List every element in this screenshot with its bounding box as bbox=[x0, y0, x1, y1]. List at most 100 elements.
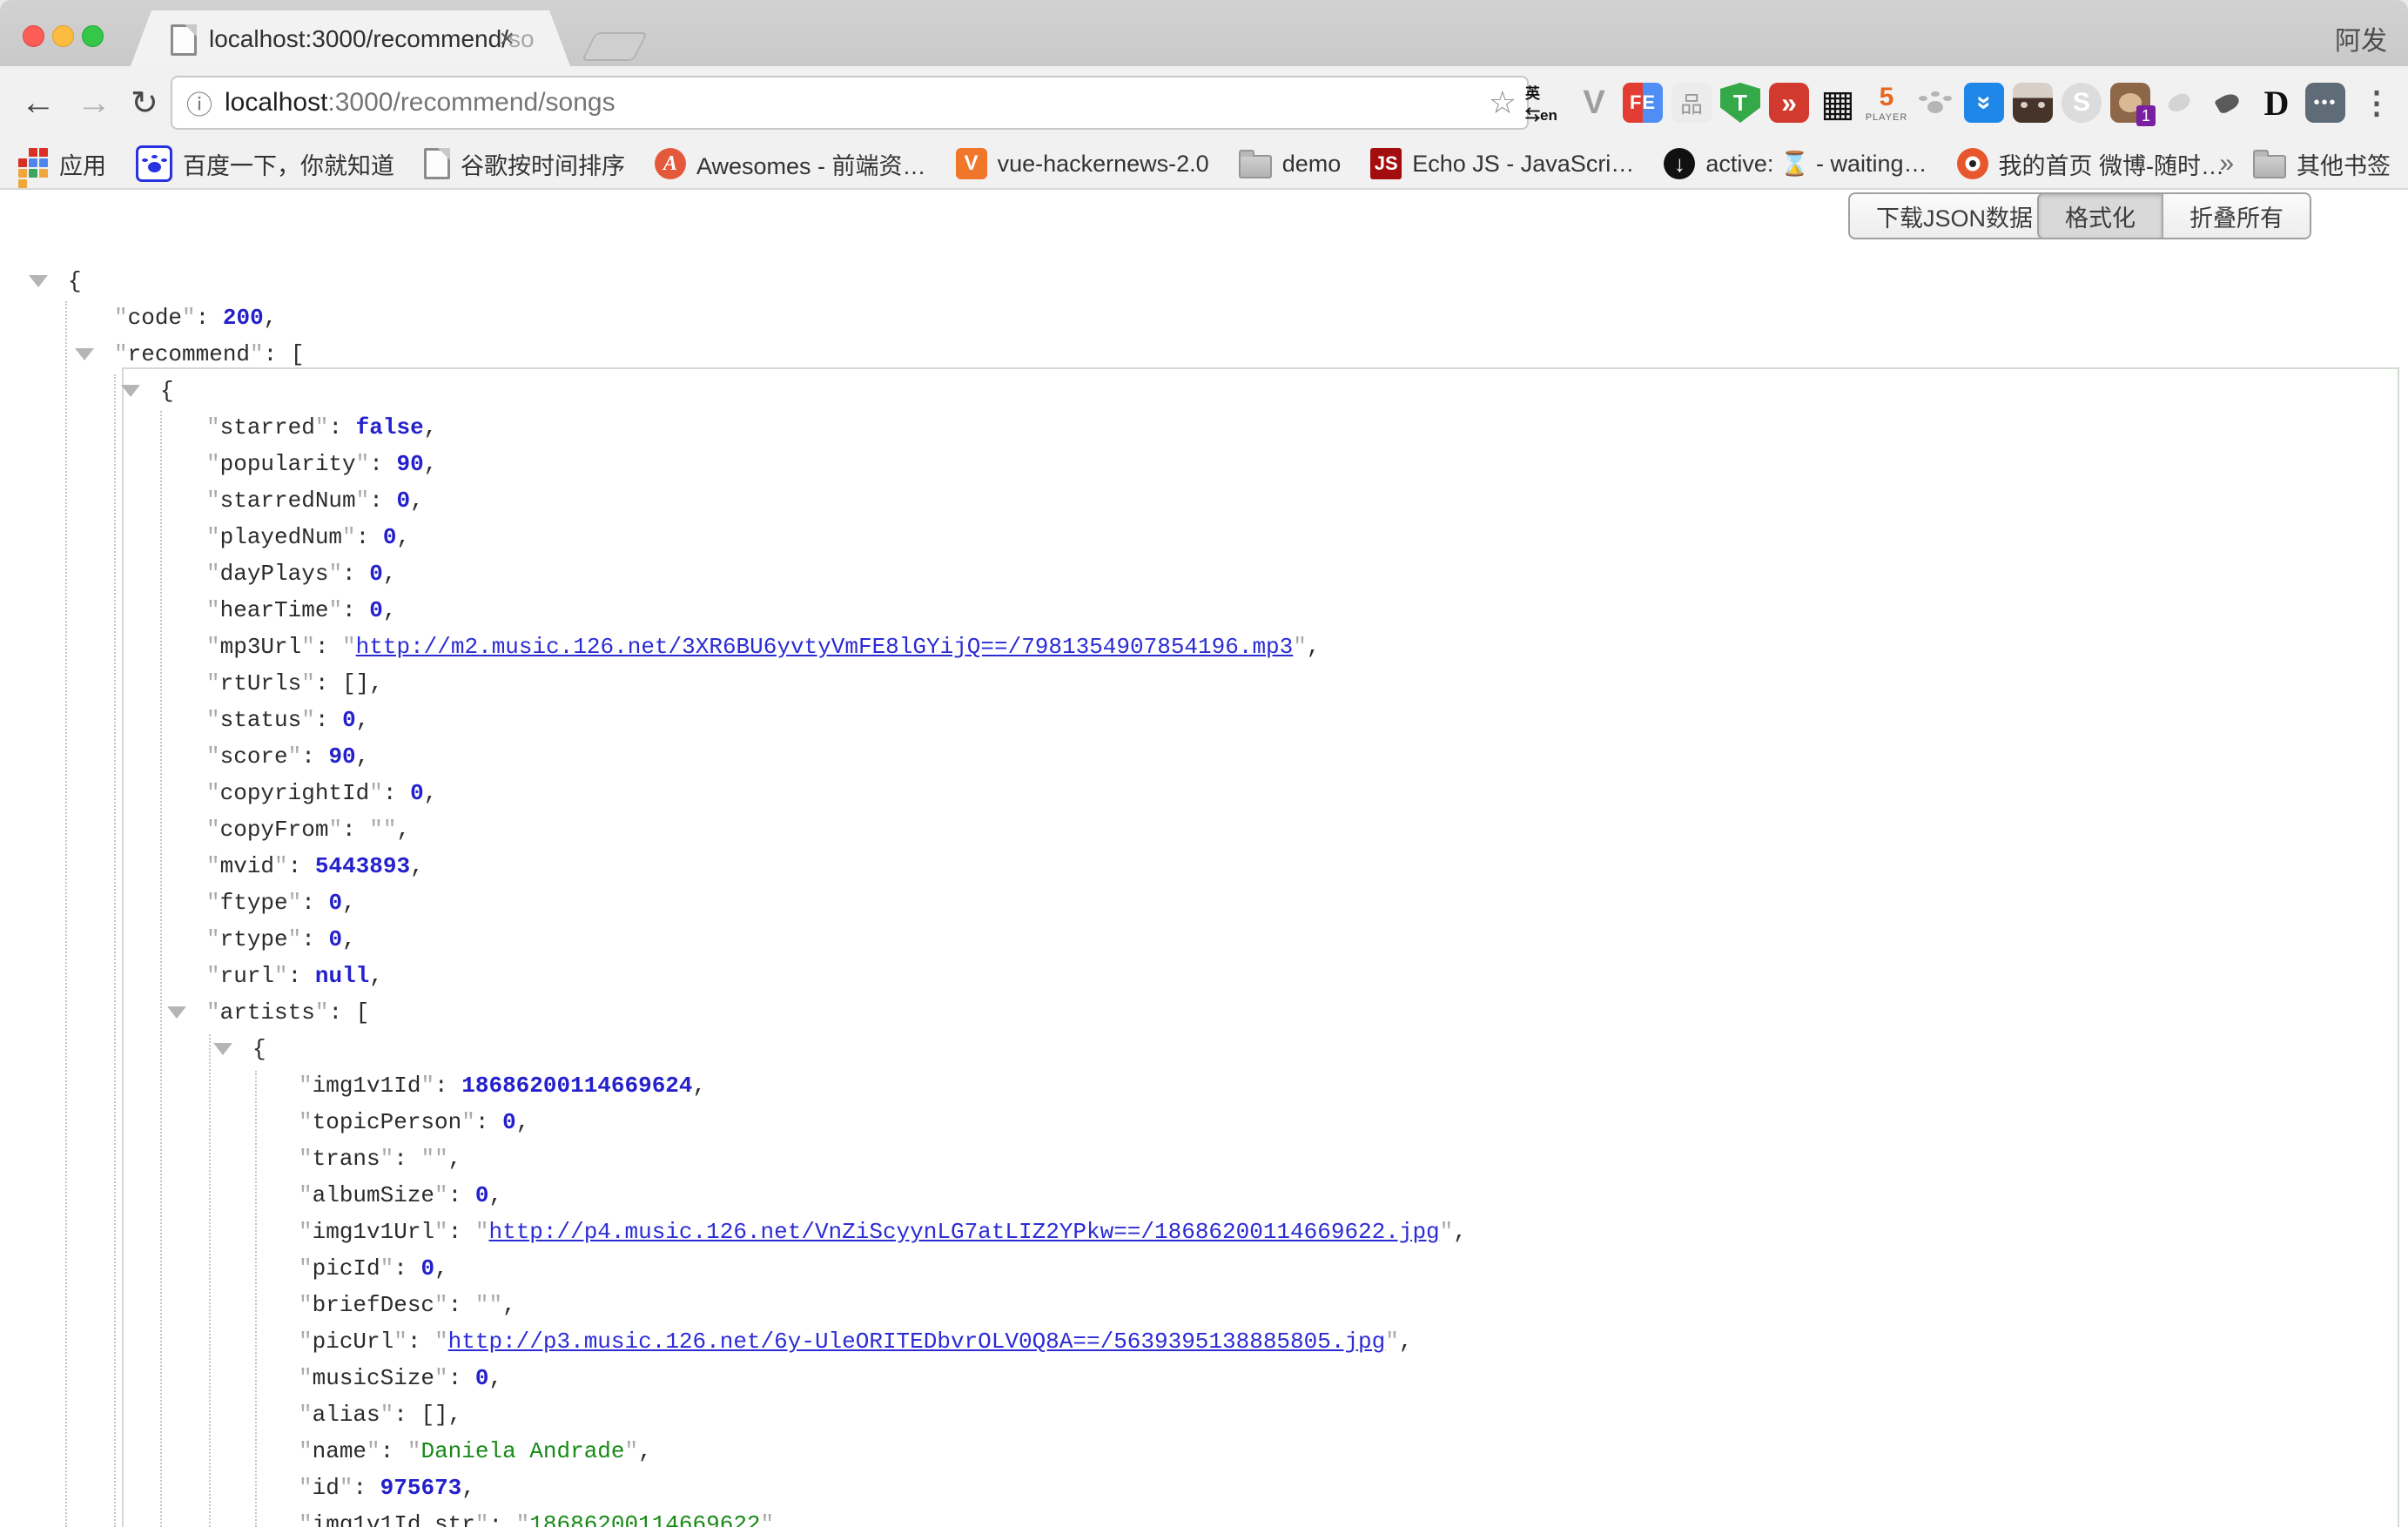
browser-menu-icon[interactable]: ⋮ bbox=[2361, 66, 2392, 139]
json-quote: " bbox=[114, 305, 128, 331]
bookmark-active-waiting[interactable]: active: ⌛ - waiting… bbox=[1664, 148, 1927, 179]
apps-grid-cell bbox=[29, 158, 37, 167]
other-bookmarks-folder[interactable]: 其他书签 bbox=[2253, 147, 2391, 181]
bird-dark-extension-icon[interactable] bbox=[2208, 83, 2248, 123]
json-quote: " bbox=[288, 890, 302, 916]
paw-extension-icon[interactable] bbox=[1915, 83, 1955, 123]
json-colon: : bbox=[369, 488, 396, 514]
bookmark-echojs[interactable]: Echo JS - JavaScri… bbox=[1370, 148, 1634, 179]
json-number: 0 bbox=[328, 926, 342, 952]
json-number: 0 bbox=[328, 890, 342, 916]
json-link-url[interactable]: http://p3.music.126.net/6y-UleORITEDbvrO… bbox=[448, 1329, 1386, 1355]
window-minimize-button[interactable] bbox=[52, 25, 74, 47]
darkreader-extension-icon[interactable] bbox=[2257, 83, 2297, 123]
json-line: "rtype": 0, bbox=[0, 921, 2408, 958]
baidu-icon bbox=[136, 145, 172, 182]
collapse-toggle-icon[interactable] bbox=[121, 385, 140, 397]
json-key: name bbox=[313, 1438, 367, 1464]
format-button[interactable]: 格式化 bbox=[2039, 194, 2162, 238]
address-bar[interactable]: ⓘ localhost :3000/recommend/songs ☆ bbox=[171, 76, 1529, 130]
json-quote: " bbox=[299, 1219, 313, 1245]
collapse-all-button[interactable]: 折叠所有 bbox=[2162, 194, 2310, 238]
json-comma: , bbox=[342, 890, 356, 916]
bird-light-extension-icon[interactable] bbox=[2159, 83, 2199, 123]
json-comma: , bbox=[410, 488, 424, 514]
json-colon: : bbox=[301, 743, 328, 770]
json-number: 0 bbox=[369, 597, 383, 623]
json-quote: " bbox=[315, 999, 329, 1026]
json-comma: , bbox=[638, 1438, 652, 1464]
fe-extension-icon[interactable] bbox=[1623, 83, 1663, 123]
json-line: "topicPerson": 0, bbox=[0, 1104, 2408, 1140]
page-info-icon[interactable]: ⓘ bbox=[186, 84, 212, 122]
json-comma: , bbox=[383, 597, 397, 623]
bookmark-demo-folder[interactable]: demo bbox=[1239, 149, 1342, 178]
bookmark-baidu[interactable]: 百度一下，你就知道 bbox=[136, 145, 394, 182]
collapse-toggle-icon[interactable] bbox=[213, 1043, 232, 1055]
shield-t-extension-icon[interactable] bbox=[1720, 83, 1760, 123]
url-host: localhost bbox=[225, 88, 327, 118]
json-quote: " bbox=[299, 1292, 313, 1318]
download-json-button[interactable]: 下载JSON数据 bbox=[1848, 192, 2061, 239]
json-quote: " bbox=[1293, 634, 1307, 660]
bookmark-google-sort[interactable]: 谷歌按时间排序 bbox=[424, 147, 625, 181]
bookmark-apps[interactable]: 应用 bbox=[17, 147, 106, 181]
json-quote: " bbox=[475, 1511, 489, 1527]
back-button[interactable]: ← bbox=[21, 66, 56, 139]
json-colon: : bbox=[288, 853, 315, 879]
reload-button[interactable]: ↻ bbox=[131, 66, 158, 139]
bookmarks-overflow-icon[interactable]: » bbox=[2219, 149, 2234, 178]
json-comma: , bbox=[1453, 1219, 1467, 1245]
collapse-toggle-icon[interactable] bbox=[29, 275, 48, 287]
bookmark-weibo[interactable]: 我的首页 微博-随时… bbox=[1957, 147, 2225, 181]
mask-extension-icon[interactable] bbox=[2013, 83, 2053, 123]
json-comma: , bbox=[383, 561, 397, 587]
json-colon: : bbox=[315, 634, 342, 660]
html5-player-extension-icon[interactable] bbox=[1867, 83, 1907, 123]
json-link-url[interactable]: http://p4.music.126.net/VnZiScyynLG7atLI… bbox=[488, 1219, 1439, 1245]
window-zoom-button[interactable] bbox=[82, 25, 104, 47]
json-comma: , bbox=[516, 1109, 530, 1135]
json-quote: " bbox=[380, 1402, 394, 1428]
json-bracket: [] bbox=[420, 1402, 447, 1428]
blue-chevron-extension-icon[interactable] bbox=[1964, 83, 2004, 123]
bookmark-awesomes[interactable]: Awesomes - 前端资… bbox=[655, 147, 926, 181]
json-key: picId bbox=[313, 1255, 380, 1281]
json-quote: " bbox=[299, 1255, 313, 1281]
json-quote: " bbox=[288, 926, 302, 952]
profile-name[interactable]: 阿发 bbox=[2335, 19, 2387, 57]
tampermonkey-extension-icon[interactable]: 1 bbox=[2110, 83, 2150, 123]
s-extension-icon[interactable] bbox=[2062, 83, 2102, 123]
tab-close-icon[interactable]: × bbox=[499, 24, 515, 54]
extension-icon-row: 1 bbox=[1525, 66, 2345, 139]
json-link-url[interactable]: http://m2.music.126.net/3XR6BU6yvtyVmFE8… bbox=[356, 634, 1294, 660]
active-tab[interactable]: localhost:3000/recommend/so × bbox=[131, 10, 570, 66]
qrcode-extension-icon[interactable] bbox=[1818, 83, 1858, 123]
bookmark-star-icon[interactable]: ☆ bbox=[1489, 84, 1517, 121]
new-tab-button[interactable] bbox=[582, 32, 649, 61]
json-viewer-actions: 下载JSON数据 格式化 折叠所有 bbox=[0, 192, 2408, 245]
json-keyword: false bbox=[356, 414, 424, 441]
bookmark-active-waiting-label: active: ⌛ - waiting… bbox=[1705, 150, 1927, 178]
json-line: "ftype": 0, bbox=[0, 885, 2408, 921]
json-bracket: { bbox=[160, 378, 174, 404]
json-line: "name": "Daniela Andrade", bbox=[0, 1433, 2408, 1470]
collapse-toggle-icon[interactable] bbox=[167, 1006, 186, 1019]
json-quote: " bbox=[367, 1438, 380, 1464]
window-close-button[interactable] bbox=[23, 25, 44, 47]
json-quote: " bbox=[206, 670, 220, 696]
json-string: 18686200114669622 bbox=[529, 1511, 760, 1527]
translate-extension-icon[interactable] bbox=[1525, 83, 1565, 123]
collapse-toggle-icon[interactable] bbox=[75, 348, 94, 360]
weibo-icon bbox=[1957, 148, 1988, 179]
json-number: 200 bbox=[223, 305, 264, 331]
bookmark-vue-hackernews[interactable]: vue-hackernews-2.0 bbox=[956, 148, 1209, 179]
fastforward-extension-icon[interactable] bbox=[1769, 83, 1809, 123]
json-bracket: [ bbox=[356, 999, 370, 1026]
other-bookmarks-label: 其他书签 bbox=[2297, 147, 2391, 181]
sitemap-extension-icon[interactable] bbox=[1671, 83, 1712, 123]
vimium-extension-icon[interactable] bbox=[1574, 83, 1614, 123]
json-quote: " bbox=[274, 853, 288, 879]
json-quote: " bbox=[206, 634, 220, 660]
dots-extension-icon[interactable] bbox=[2305, 83, 2345, 123]
